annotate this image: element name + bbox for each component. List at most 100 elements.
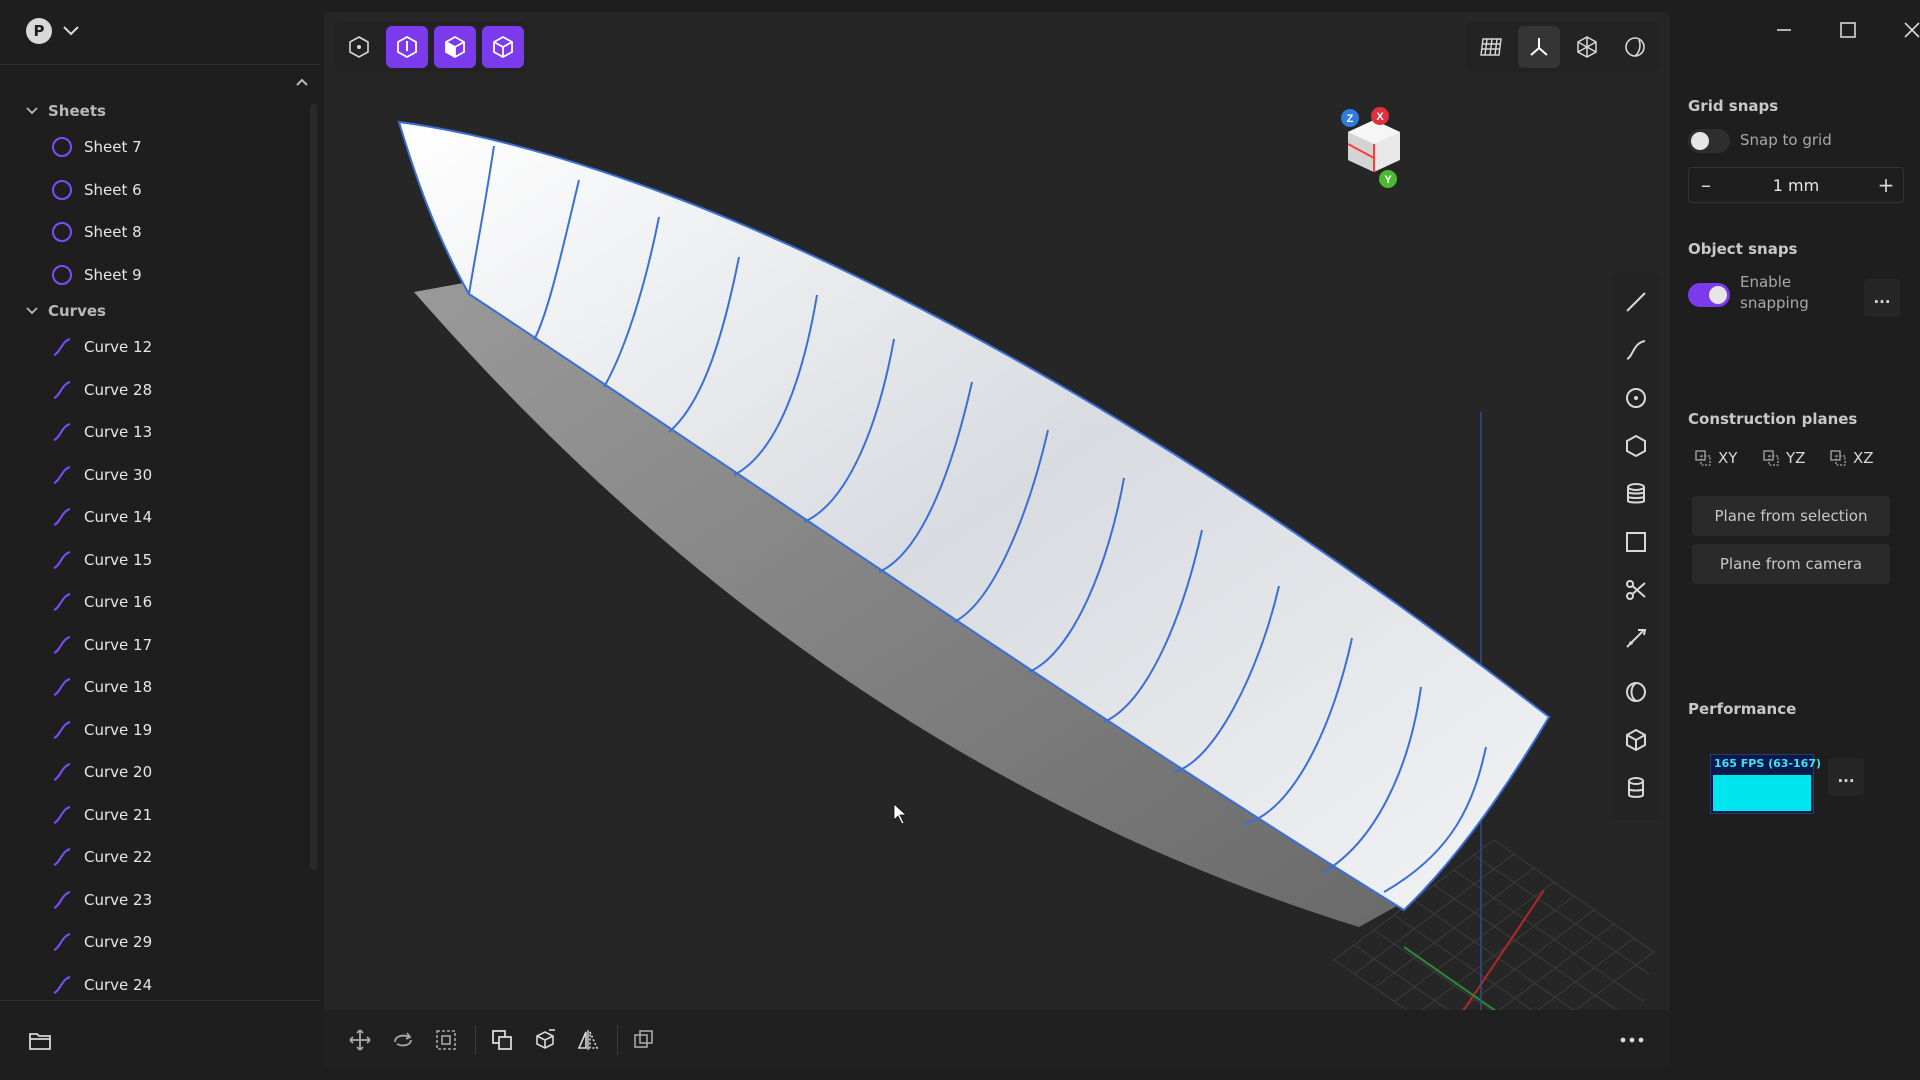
folder-icon[interactable] <box>28 1030 52 1052</box>
navigation-cube[interactable]: Z X Y <box>1334 104 1414 194</box>
chevron-up-icon[interactable] <box>294 74 310 90</box>
tree-item-curve[interactable]: Curve 28 <box>0 369 310 412</box>
rotate-button[interactable] <box>383 1020 423 1060</box>
tree-item-curve[interactable]: Curve 17 <box>0 624 310 667</box>
maximize-button[interactable] <box>1828 14 1868 46</box>
tree-item-label: Sheet 8 <box>84 223 142 242</box>
camera-mode-button[interactable] <box>1614 26 1656 68</box>
curve-tool-button[interactable] <box>1616 330 1656 370</box>
tree-item-label: Curve 28 <box>84 380 153 399</box>
tree-item-curve[interactable]: Curve 18 <box>0 666 310 709</box>
point-mode-button[interactable] <box>338 26 380 68</box>
object-snaps-more-button[interactable]: ... <box>1864 279 1900 317</box>
extend-tool-button[interactable] <box>1616 618 1656 658</box>
axes-toggle-button[interactable] <box>1518 26 1560 68</box>
section-header-curves[interactable]: Curves <box>0 296 310 326</box>
close-button[interactable] <box>1892 14 1920 46</box>
line-tool-button[interactable] <box>1616 282 1656 322</box>
tree-item-label: Curve 13 <box>84 423 153 442</box>
tree-item-curve[interactable]: Curve 21 <box>0 794 310 837</box>
tree-item-curve[interactable]: Curve 15 <box>0 539 310 582</box>
circle-arc-icon <box>1625 37 1645 57</box>
tree-item-curve[interactable]: Curve 24 <box>0 964 310 1001</box>
render-mode-button[interactable] <box>1566 26 1608 68</box>
solid-mode-button[interactable] <box>482 26 524 68</box>
boolean-button[interactable] <box>482 1020 522 1060</box>
face-mode-button[interactable] <box>434 26 476 68</box>
tree-item-curve[interactable]: Curve 14 <box>0 496 310 539</box>
minimize-button[interactable] <box>1764 14 1804 46</box>
minimize-icon <box>1777 29 1791 31</box>
performance-more-button[interactable]: ... <box>1828 758 1864 796</box>
edge-mode-button[interactable] <box>386 26 428 68</box>
tree-item-label: Curve 24 <box>84 975 153 994</box>
tree-item-curve[interactable]: Curve 30 <box>0 454 310 497</box>
rectangle-tool-button[interactable] <box>1616 522 1656 562</box>
increment-button[interactable]: + <box>1869 168 1903 202</box>
curve-icon <box>53 763 71 782</box>
tree-item-curve[interactable]: Curve 23 <box>0 879 310 922</box>
chevron-down-icon <box>26 107 38 115</box>
tree-item-sheet[interactable]: Sheet 9 <box>0 254 310 297</box>
circle-tool-button[interactable] <box>1616 378 1656 418</box>
revolve-tool-button[interactable] <box>1616 672 1656 712</box>
tree-item-label: Curve 21 <box>84 805 153 824</box>
cube-icon <box>493 35 513 59</box>
curve-icon <box>53 338 71 357</box>
scale-button[interactable] <box>426 1020 466 1060</box>
trim-tool-button[interactable] <box>1616 570 1656 610</box>
plane-from-selection-button[interactable]: Plane from selection <box>1692 496 1890 536</box>
toolbar-separator <box>475 1025 476 1055</box>
snap-to-grid-toggle[interactable] <box>1688 129 1730 153</box>
curve-icon <box>53 465 71 484</box>
extrude-button[interactable] <box>525 1020 565 1060</box>
grid-toggle-button[interactable] <box>1470 26 1512 68</box>
account-menu[interactable]: P <box>26 18 80 44</box>
mirror-button[interactable] <box>568 1020 608 1060</box>
grid-size-value[interactable]: 1 mm <box>1773 176 1819 195</box>
tree-item-label: Curve 14 <box>84 508 153 527</box>
more-options-button[interactable] <box>1612 1020 1652 1060</box>
move-button[interactable] <box>340 1020 380 1060</box>
layers-tool-button[interactable] <box>1616 474 1656 514</box>
3d-viewport[interactable]: Z X Y <box>324 12 1670 1070</box>
decrement-button[interactable]: – <box>1689 168 1723 202</box>
tree-item-curve[interactable]: Curve 20 <box>0 751 310 794</box>
tree-item-label: Curve 23 <box>84 890 153 909</box>
tree-item-sheet[interactable]: Sheet 7 <box>0 126 310 169</box>
tree-item-curve[interactable]: Curve 12 <box>0 326 310 369</box>
tree-item-curve[interactable]: Curve 22 <box>0 836 310 879</box>
properties-panel: Grid snaps Snap to grid – 1 mm + Object … <box>1672 0 1920 1080</box>
polygon-tool-button[interactable] <box>1616 426 1656 466</box>
tree-item-curve[interactable]: Curve 19 <box>0 709 310 752</box>
ellipsis-icon <box>1620 1037 1644 1043</box>
tree-scrollbar[interactable] <box>310 104 317 870</box>
hull-side-surface <box>397 120 1551 912</box>
tree-item-label: Curve 19 <box>84 720 153 739</box>
tree-item-curve[interactable]: Curve 29 <box>0 921 310 964</box>
plane-icon <box>1695 450 1711 466</box>
plane-from-camera-button[interactable]: Plane from camera <box>1692 544 1890 584</box>
plane-xy-button[interactable]: XY <box>1694 449 1737 467</box>
duplicate-button[interactable] <box>624 1020 664 1060</box>
toggle-knob <box>1709 286 1727 304</box>
enable-snapping-toggle[interactable] <box>1688 283 1730 307</box>
curve-icon <box>53 380 71 399</box>
sheet-icon <box>52 222 72 243</box>
scene-canvas[interactable] <box>324 12 1670 1070</box>
construction-planes-title: Construction planes <box>1688 410 1858 428</box>
plane-xz-button[interactable]: XZ <box>1829 449 1874 467</box>
box-tool-button[interactable] <box>1616 720 1656 760</box>
section-header-sheets[interactable]: Sheets <box>0 96 310 126</box>
cylinder-tool-button[interactable] <box>1616 768 1656 808</box>
tree-item-curve[interactable]: Curve 16 <box>0 581 310 624</box>
curve-icon <box>53 933 71 952</box>
tree-item-sheet[interactable]: Sheet 6 <box>0 169 310 212</box>
svg-text:Z: Z <box>1347 113 1354 125</box>
tree-item-sheet[interactable]: Sheet 8 <box>0 211 310 254</box>
mirror-icon <box>577 1030 599 1050</box>
fps-meter: 165 FPS (63-167) <box>1710 754 1821 814</box>
plane-yz-button[interactable]: YZ <box>1762 449 1805 467</box>
move-icon <box>349 1029 371 1051</box>
tree-item-curve[interactable]: Curve 13 <box>0 411 310 454</box>
